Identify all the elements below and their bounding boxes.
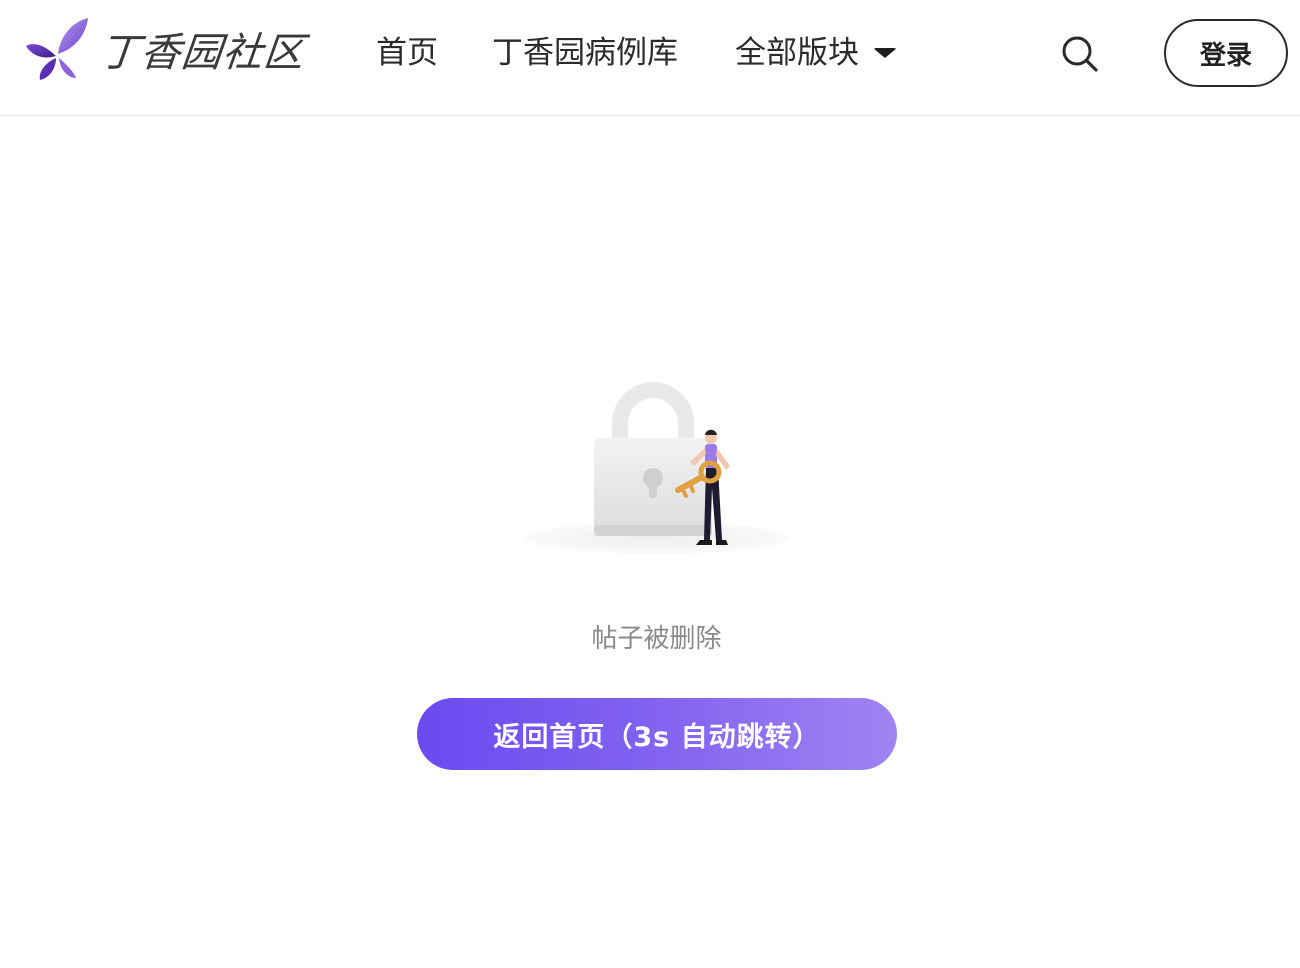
site-header: 丁香园社区 首页 丁香园病例库 全部版块 登录: [0, 0, 1300, 116]
nav-all-sections-label: 全部版块: [735, 35, 859, 71]
nav-home[interactable]: 首页: [376, 26, 438, 80]
nav-case-library[interactable]: 丁香园病例库: [492, 26, 678, 80]
search-icon[interactable]: [1060, 34, 1100, 74]
site-logo[interactable]: 丁香园社区: [24, 14, 307, 84]
post-deleted-message: 帖子被删除: [591, 624, 722, 654]
locked-padlock-with-key-illustration: [525, 381, 789, 554]
login-button[interactable]: 登录: [1164, 19, 1288, 87]
logo-text: 丁香园社区: [97, 30, 307, 76]
butterfly-logo-icon: [26, 18, 88, 80]
return-home-button[interactable]: 返回首页（3s 自动跳转）: [417, 698, 897, 770]
nav-all-sections-dropdown[interactable]: 全部版块: [735, 26, 897, 80]
caret-down-icon: [873, 48, 897, 58]
